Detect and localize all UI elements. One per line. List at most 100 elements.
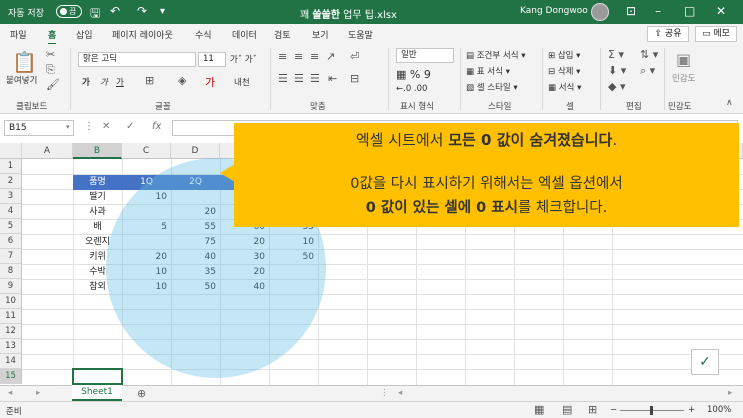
row-header[interactable]: 7: [0, 249, 22, 264]
format-cells-button[interactable]: ▦ 서식 ▾: [548, 81, 581, 93]
collapse-ribbon-icon[interactable]: ∧: [726, 98, 733, 108]
row-header[interactable]: 11: [0, 309, 22, 324]
add-sheet-icon[interactable]: ⊕: [137, 387, 146, 400]
select-all-corner[interactable]: [0, 143, 22, 159]
column-header[interactable]: D: [171, 143, 220, 159]
sensitivity-icon[interactable]: ▣: [676, 50, 691, 69]
insert-cells-button[interactable]: ⊞ 삽입 ▾: [548, 49, 580, 61]
row-header[interactable]: 3: [0, 189, 22, 204]
align-middle-icon[interactable]: ≡: [294, 50, 303, 63]
maximize-icon[interactable]: □: [684, 4, 695, 18]
scroll-left-icon[interactable]: ◂: [398, 388, 402, 398]
fill-icon[interactable]: ⬇ ▾: [608, 64, 626, 77]
page-break-view-icon[interactable]: ⊞: [588, 403, 597, 416]
memo-button[interactable]: ▭ 메모: [695, 26, 737, 42]
share-button[interactable]: ⇪ 공유: [647, 26, 689, 42]
table-format-button[interactable]: ▦ 표 서식 ▾: [466, 65, 510, 77]
zoom-slider-thumb[interactable]: [650, 406, 653, 415]
zoom-in-icon[interactable]: +: [688, 405, 695, 415]
next-sheet-icon[interactable]: ▸: [36, 388, 40, 398]
clear-icon[interactable]: ◆ ▾: [608, 80, 625, 93]
cut-icon[interactable]: ✂: [46, 48, 55, 61]
tab-data[interactable]: 데이터: [232, 28, 257, 41]
paste-label[interactable]: 붙여넣기: [6, 74, 37, 86]
tab-review[interactable]: 검토: [274, 28, 291, 41]
number-format-box[interactable]: 일반: [396, 48, 454, 63]
font-color-icon[interactable]: 가: [205, 74, 215, 90]
font-name-box[interactable]: 맑은 고딕: [78, 52, 196, 67]
column-header[interactable]: B: [73, 143, 122, 159]
table-cell[interactable]: 사과: [73, 205, 122, 220]
tab-view[interactable]: 보기: [312, 28, 329, 41]
column-header[interactable]: A: [22, 143, 73, 159]
fill-color-icon[interactable]: ◈: [178, 74, 186, 87]
ribbon-display-icon[interactable]: ⊡: [626, 4, 636, 18]
sheet-tab-sheet1[interactable]: Sheet1: [72, 385, 122, 401]
tab-formulas[interactable]: 수식: [195, 28, 212, 41]
checkmark-icon[interactable]: ✓: [691, 349, 719, 375]
merge-icon[interactable]: ⊟: [350, 72, 359, 85]
name-box-dropdown-icon[interactable]: ▾: [66, 123, 70, 131]
row-header[interactable]: 12: [0, 324, 22, 339]
find-icon[interactable]: ⌕ ▾: [640, 64, 655, 78]
row-header[interactable]: 13: [0, 339, 22, 354]
fx-icon[interactable]: fx: [152, 121, 161, 132]
orientation-icon[interactable]: ↗: [326, 50, 335, 63]
phonetic-icon[interactable]: 내천: [234, 76, 250, 88]
undo-icon[interactable]: ↶: [110, 4, 120, 18]
underline-icon[interactable]: 가: [116, 76, 124, 88]
font-grow-icon[interactable]: 가ˆ 가ˇ: [230, 53, 257, 65]
minimize-icon[interactable]: –: [655, 4, 661, 18]
active-cell-b15[interactable]: [72, 368, 123, 385]
row-header[interactable]: 2: [0, 174, 22, 189]
page-layout-view-icon[interactable]: ▤: [562, 403, 572, 416]
row-header[interactable]: 1: [0, 159, 22, 174]
row-header[interactable]: 4: [0, 204, 22, 219]
align-right-icon[interactable]: ☰: [310, 72, 320, 85]
align-left-icon[interactable]: ☰: [278, 72, 288, 85]
bold-icon[interactable]: 가: [82, 76, 90, 88]
chevron-down-icon[interactable]: ▾: [160, 6, 165, 17]
format-painter-icon[interactable]: 🖌: [46, 78, 60, 91]
decimal-icons[interactable]: ←.0 .00: [396, 84, 427, 94]
name-box[interactable]: B15: [4, 120, 74, 136]
tab-home[interactable]: 홈: [48, 28, 57, 45]
paste-icon[interactable]: 📋: [12, 50, 37, 74]
delete-cells-button[interactable]: ⊟ 삭제 ▾: [548, 65, 580, 77]
normal-view-icon[interactable]: ▦: [534, 403, 544, 416]
cell-style-button[interactable]: ▧ 셀 스타일 ▾: [466, 81, 518, 93]
align-bottom-icon[interactable]: ≡: [310, 50, 319, 63]
tab-page-layout[interactable]: 페이지 레이아웃: [112, 28, 173, 41]
column-header[interactable]: C: [122, 143, 171, 159]
save-icon[interactable]: 🖫: [90, 4, 100, 25]
tab-help[interactable]: 도움말: [348, 28, 373, 41]
row-header[interactable]: 8: [0, 264, 22, 279]
wrap-text-icon[interactable]: ⏎: [350, 50, 359, 63]
row-header[interactable]: 10: [0, 294, 22, 309]
sort-filter-icon[interactable]: ⇅ ▾: [640, 48, 658, 61]
row-header[interactable]: 15: [0, 369, 22, 384]
redo-icon[interactable]: ↷: [137, 4, 147, 18]
cond-format-button[interactable]: ▤ 조건부 서식 ▾: [466, 49, 526, 61]
avatar[interactable]: [591, 3, 609, 21]
align-top-icon[interactable]: ≡: [278, 50, 287, 63]
tab-insert[interactable]: 삽입: [76, 28, 93, 41]
italic-icon[interactable]: 가: [100, 76, 108, 88]
prev-sheet-icon[interactable]: ◂: [8, 388, 12, 398]
cancel-icon[interactable]: ✕: [102, 121, 110, 132]
scroll-right-icon[interactable]: ▸: [728, 388, 732, 398]
table-cell[interactable]: 딸기: [73, 190, 122, 205]
row-header[interactable]: 5: [0, 219, 22, 234]
row-header[interactable]: 6: [0, 234, 22, 249]
table-header-cell[interactable]: 품명: [73, 175, 122, 190]
close-icon[interactable]: ✕: [716, 4, 726, 18]
zoom-level[interactable]: 100%: [707, 405, 731, 415]
copy-icon[interactable]: ⎘: [46, 63, 55, 77]
tab-file[interactable]: 파일: [10, 28, 27, 41]
border-icon[interactable]: ⊞: [145, 74, 154, 87]
row-header[interactable]: 9: [0, 279, 22, 294]
row-header[interactable]: 14: [0, 354, 22, 369]
number-format-icons[interactable]: ▦ % 9: [396, 68, 431, 81]
align-center-icon[interactable]: ☰: [294, 72, 304, 85]
sensitivity-button-label[interactable]: 민감도: [672, 72, 695, 84]
